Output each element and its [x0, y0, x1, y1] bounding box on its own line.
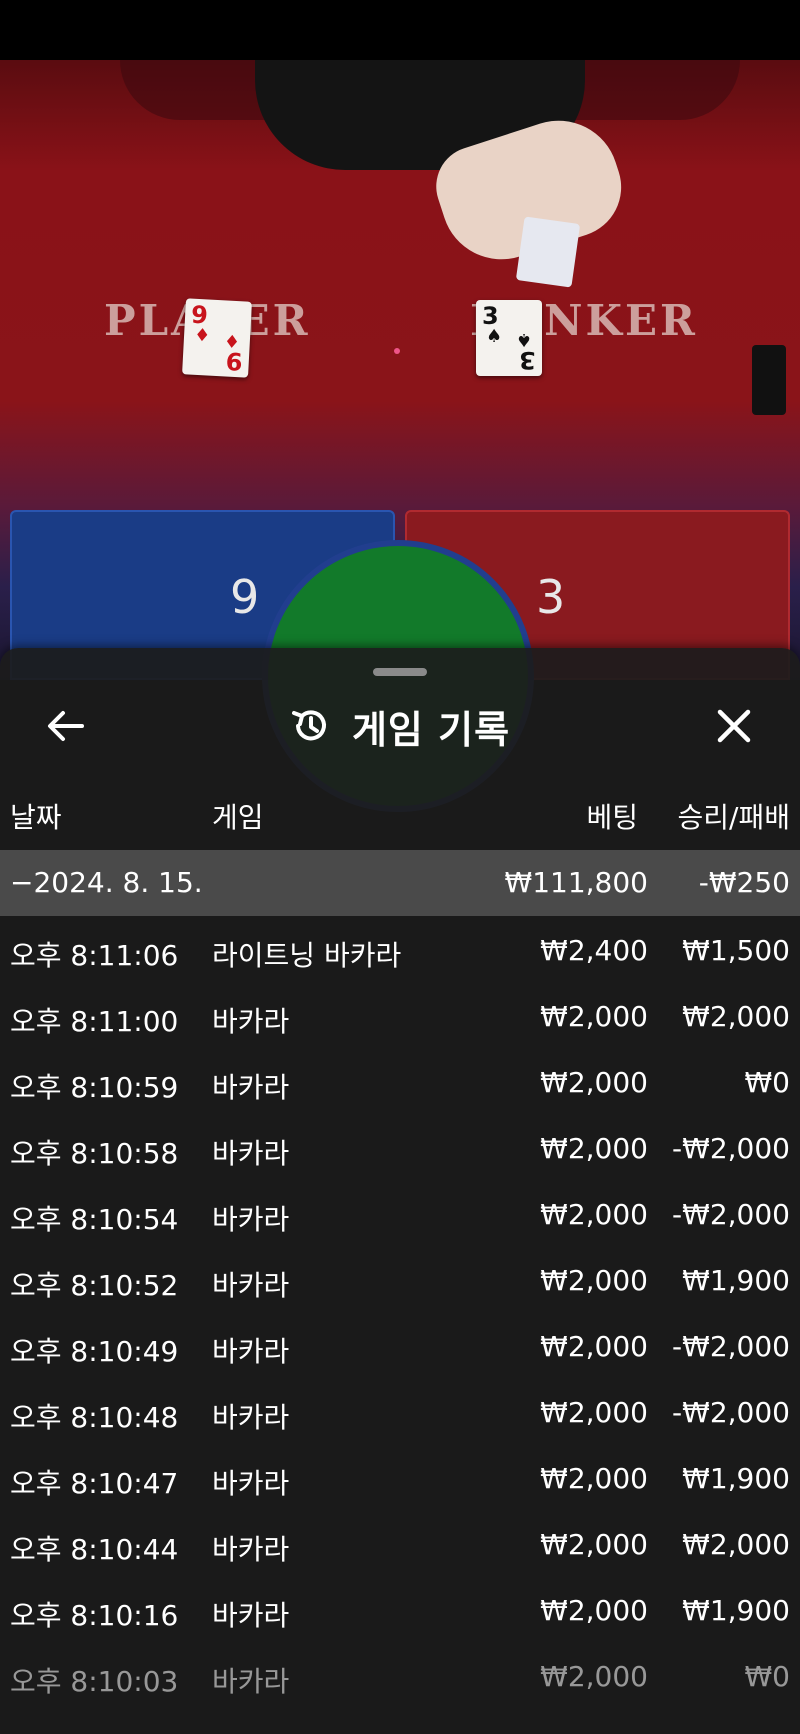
- row-time: 오후 8:10:59: [10, 1071, 179, 1104]
- row-result: ₩2,000: [682, 1000, 790, 1033]
- row-result: ₩1,500: [682, 934, 790, 967]
- row-time: 오후 8:10:03: [10, 1665, 179, 1698]
- status-bar: [0, 0, 800, 60]
- history-row[interactable]: 오후 8:11:06 라이트닝 바카라 ₩2,400 ₩1,500: [0, 916, 800, 982]
- row-game: 바카라: [212, 1005, 290, 1038]
- column-header-result: 승리/패배: [677, 801, 790, 834]
- row-game: 바카라: [212, 1599, 290, 1632]
- row-result: -₩2,000: [672, 1198, 790, 1231]
- summary-bet-total: ₩111,800: [504, 866, 648, 899]
- history-row[interactable]: 오후 8:10:16 바카라 ₩2,000 ₩1,900: [0, 1576, 800, 1642]
- history-row[interactable]: 오후 8:10:48 바카라 ₩2,000 -₩2,000: [0, 1378, 800, 1444]
- row-game: 바카라: [212, 1533, 290, 1566]
- row-result: -₩2,000: [672, 1132, 790, 1165]
- row-result: -₩2,000: [672, 1330, 790, 1363]
- row-bet: ₩2,000: [540, 1000, 648, 1033]
- row-bet: ₩2,000: [540, 1594, 648, 1627]
- row-bet: ₩2,000: [540, 1528, 648, 1561]
- card-rank: 3: [519, 346, 536, 374]
- card-suit-icon: ♦: [193, 324, 211, 347]
- history-row[interactable]: 오후 8:10:59 바카라 ₩2,000 ₩0: [0, 1048, 800, 1114]
- close-button[interactable]: [706, 698, 762, 754]
- history-icon: [291, 710, 326, 741]
- row-bet: ₩2,000: [540, 1066, 648, 1099]
- row-bet: ₩2,000: [540, 1264, 648, 1297]
- dealer-card: [515, 216, 581, 288]
- history-row[interactable]: 오후 8:10:47 바카라 ₩2,000 ₩1,900: [0, 1444, 800, 1510]
- row-result: -₩2,000: [672, 1396, 790, 1429]
- row-result: ₩1,900: [682, 1264, 790, 1297]
- row-result: ₩0: [744, 1066, 791, 1099]
- row-game: 바카라: [212, 1071, 290, 1104]
- row-game: 바카라: [212, 1335, 290, 1368]
- history-row[interactable]: 오후 8:10:54 바카라 ₩2,000 -₩2,000: [0, 1180, 800, 1246]
- row-bet: ₩2,000: [540, 1330, 648, 1363]
- row-time: 오후 8:11:06: [10, 939, 179, 972]
- banker-score: 3: [536, 570, 566, 624]
- row-game: 라이트닝 바카라: [212, 939, 402, 972]
- row-game: 바카라: [212, 1467, 290, 1500]
- row-bet: ₩2,000: [540, 1660, 648, 1693]
- history-row[interactable]: 오후 8:11:00 바카라 ₩2,000 ₩2,000: [0, 982, 800, 1048]
- row-time: 오후 8:10:16: [10, 1599, 179, 1632]
- row-time: 오후 8:11:00: [10, 1005, 179, 1038]
- game-history-sheet: 게임 기록 날짜 게임 베팅 승리/패배 −2024. 8. 15. ₩111,…: [0, 648, 800, 1734]
- row-game: 바카라: [212, 1269, 290, 1302]
- row-bet: ₩2,000: [540, 1396, 648, 1429]
- row-time: 오후 8:10:47: [10, 1467, 179, 1500]
- card-shoe: [752, 345, 786, 415]
- sheet-header: 게임 기록: [0, 698, 800, 754]
- row-time: 오후 8:10:52: [10, 1269, 179, 1302]
- history-row[interactable]: 오후 8:10:52 바카라 ₩2,000 ₩1,900: [0, 1246, 800, 1312]
- drag-handle[interactable]: [373, 668, 427, 676]
- row-result: ₩2,000: [682, 1528, 790, 1561]
- row-time: 오후 8:10:44: [10, 1533, 179, 1566]
- history-row[interactable]: 오후 8:10:44 바카라 ₩2,000 ₩2,000: [0, 1510, 800, 1576]
- back-button[interactable]: [38, 698, 94, 754]
- banker-card: 3 ♠ ♠ 3: [476, 300, 542, 376]
- table-dot: [394, 348, 400, 354]
- row-time: 오후 8:10:49: [10, 1335, 179, 1368]
- column-header-bet: 베팅: [586, 801, 638, 834]
- history-row[interactable]: 오후 8:10:58 바카라 ₩2,000 -₩2,000: [0, 1114, 800, 1180]
- row-result: ₩0: [744, 1660, 791, 1693]
- arrow-left-icon: [48, 711, 84, 741]
- row-bet: ₩2,000: [540, 1198, 648, 1231]
- summary-date: −2024. 8. 15.: [10, 866, 203, 899]
- player-score: 9: [230, 570, 260, 624]
- close-icon: [717, 709, 751, 743]
- row-game: 바카라: [212, 1137, 290, 1170]
- row-result: ₩1,900: [682, 1594, 790, 1627]
- row-game: 바카라: [212, 1665, 290, 1698]
- row-bet: ₩2,000: [540, 1132, 648, 1165]
- player-card: 9 ♦ ♦ 9: [182, 298, 252, 378]
- row-time: 오후 8:10:54: [10, 1203, 179, 1236]
- card-rank: 9: [225, 346, 244, 376]
- row-bet: ₩2,400: [540, 934, 648, 967]
- date-summary-row[interactable]: −2024. 8. 15. ₩111,800 -₩250: [0, 850, 800, 916]
- column-header-date: 날짜: [10, 801, 62, 834]
- row-bet: ₩2,000: [540, 1462, 648, 1495]
- column-header-game: 게임: [212, 801, 264, 834]
- row-game: 바카라: [212, 1401, 290, 1434]
- row-game: 바카라: [212, 1203, 290, 1236]
- row-time: 오후 8:10:48: [10, 1401, 179, 1434]
- summary-result-total: -₩250: [698, 866, 790, 899]
- table-header: 날짜 게임 베팅 승리/패배: [0, 788, 800, 838]
- sheet-title: 게임 기록: [351, 707, 511, 752]
- history-row[interactable]: 오후 8:10:03 바카라 ₩2,000 ₩0: [0, 1642, 800, 1708]
- row-result: ₩1,900: [682, 1462, 790, 1495]
- row-time: 오후 8:10:58: [10, 1137, 179, 1170]
- history-row[interactable]: 오후 8:10:49 바카라 ₩2,000 -₩2,000: [0, 1312, 800, 1378]
- history-list: 오후 8:11:06 라이트닝 바카라 ₩2,400 ₩1,500 오후 8:11:00…: [0, 916, 800, 1708]
- card-suit-icon: ♠: [486, 326, 503, 347]
